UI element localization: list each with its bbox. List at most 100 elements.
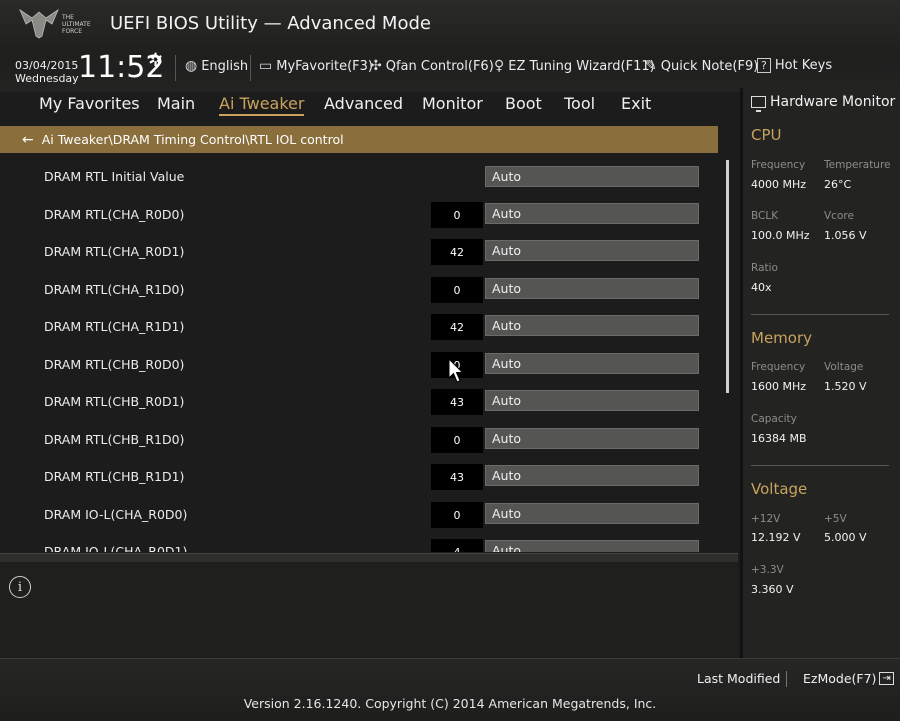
setting-label: DRAM RTL(CHB_R1D0)	[44, 432, 185, 447]
memory-voltage-label: Voltage	[824, 361, 864, 373]
setting-label: DRAM IO-L(CHA_R0D0)	[44, 507, 188, 522]
setting-row[interactable]: DRAM IO-L(CHA_R0D1) 4 Auto	[0, 539, 718, 552]
tab-advanced[interactable]: Advanced	[324, 94, 403, 113]
setting-row[interactable]: DRAM RTL(CHA_R1D0) 0 Auto	[0, 277, 718, 311]
setting-dropdown[interactable]: Auto	[485, 390, 699, 411]
setting-row[interactable]: DRAM RTL(CHA_R1D1) 42 Auto	[0, 314, 718, 348]
ez-tuning-label: EZ Tuning Wizard(F11)	[508, 58, 655, 74]
back-arrow-icon[interactable]: ←	[22, 132, 34, 148]
section-divider	[751, 465, 889, 466]
v5-label: +5V	[824, 513, 847, 525]
bulb-icon: ♀	[494, 58, 505, 74]
setting-value: 42	[431, 314, 483, 340]
note-icon: ✎	[645, 58, 657, 74]
v12-label: +12V	[751, 513, 781, 525]
setting-dropdown[interactable]: Auto	[485, 315, 699, 336]
voltage-section-title: Voltage	[751, 480, 808, 498]
tab-boot[interactable]: Boot	[505, 94, 542, 113]
tab-tool[interactable]: Tool	[564, 94, 595, 113]
favorite-icon: ▭	[259, 58, 273, 74]
setting-label: DRAM RTL(CHB_R0D0)	[44, 357, 185, 372]
cpu-temperature-label: Temperature	[824, 159, 891, 171]
memory-frequency-value: 1600 MHz	[751, 380, 807, 393]
setting-value: 42	[431, 239, 483, 265]
tab-monitor[interactable]: Monitor	[422, 94, 483, 113]
tab-ai-tweaker[interactable]: Ai Tweaker	[219, 94, 305, 116]
setting-label: DRAM IO-L(CHA_R0D1)	[44, 544, 188, 552]
memory-section-title: Memory	[751, 329, 813, 347]
settings-list[interactable]: DRAM RTL Initial Value Auto DRAM RTL(CHA…	[0, 155, 718, 552]
divider	[786, 671, 787, 687]
setting-row[interactable]: DRAM RTL(CHB_R0D0) 0 Auto	[0, 352, 718, 386]
quick-note-button[interactable]: ✎ Quick Note(F9)	[645, 58, 758, 74]
hardware-monitor-title: Hardware Monitor	[751, 94, 895, 112]
ez-tuning-wizard-button[interactable]: ♀ EZ Tuning Wizard(F11)	[494, 58, 655, 74]
bclk-label: BCLK	[751, 210, 779, 222]
language-button[interactable]: ◍ English	[185, 58, 248, 74]
breadcrumb: ← Ai Tweaker\DRAM Timing Control\RTL IOL…	[0, 126, 718, 153]
setting-row[interactable]: DRAM RTL(CHB_R0D1) 43 Auto	[0, 389, 718, 423]
setting-dropdown[interactable]: Auto	[485, 503, 699, 524]
tab-main[interactable]: Main	[157, 94, 195, 113]
capacity-label: Capacity	[751, 413, 797, 425]
last-modified-button[interactable]: Last Modified	[697, 671, 780, 686]
v33-value: 3.360 V	[751, 583, 794, 596]
version-text: Version 2.16.1240. Copyright (C) 2014 Am…	[243, 696, 657, 711]
setting-dropdown[interactable]: Auto	[485, 240, 699, 261]
setting-row[interactable]: DRAM IO-L(CHA_R0D0) 0 Auto	[0, 502, 718, 536]
main-menu: My Favorites Main Ai Tweaker Advanced Mo…	[0, 92, 740, 118]
globe-icon: ◍	[185, 58, 198, 74]
setting-value: 0	[431, 277, 483, 303]
setting-label: DRAM RTL(CHA_R0D1)	[44, 244, 185, 259]
setting-row[interactable]: DRAM RTL(CHB_R1D0) 0 Auto	[0, 427, 718, 461]
setting-dropdown[interactable]: Auto	[485, 278, 699, 299]
setting-row[interactable]: DRAM RTL(CHA_R0D1) 42 Auto	[0, 239, 718, 273]
ratio-label: Ratio	[751, 262, 778, 274]
setting-dropdown[interactable]: Auto	[485, 166, 699, 187]
memory-frequency-label: Frequency	[751, 361, 806, 373]
setting-row[interactable]: DRAM RTL(CHA_R0D0) 0 Auto	[0, 202, 718, 236]
qfan-label: Qfan Control(F6)	[385, 58, 494, 74]
setting-dropdown[interactable]: Auto	[485, 465, 699, 486]
scrollbar[interactable]	[726, 160, 729, 393]
top-bar: THE ULTIMATE FORCE UEFI BIOS Utility — A…	[0, 0, 900, 92]
vcore-value: 1.056 V	[824, 229, 867, 242]
bclk-value: 100.0 MHz	[751, 229, 810, 242]
setting-value: 0	[431, 202, 483, 228]
section-divider	[751, 314, 889, 315]
question-icon: ?	[757, 58, 771, 73]
setting-dropdown[interactable]: Auto	[485, 203, 699, 224]
cpu-section-title: CPU	[751, 126, 782, 144]
tab-exit[interactable]: Exit	[621, 94, 651, 113]
setting-dropdown[interactable]: Auto	[485, 540, 699, 552]
hot-keys-button[interactable]: ? Hot Keys	[757, 58, 832, 73]
v12-value: 12.192 V	[751, 531, 801, 544]
date-display: 03/04/2015 Wednesday	[15, 59, 79, 85]
exit-arrow-icon: ⇥	[879, 672, 894, 685]
myfavorite-button[interactable]: ▭ MyFavorite(F3)	[259, 58, 373, 74]
ezmode-button[interactable]: EzMode(F7) ⇥	[803, 671, 894, 686]
qfan-control-button[interactable]: ✣ Qfan Control(F6)	[370, 58, 494, 74]
setting-value: 43	[431, 389, 483, 415]
setting-dropdown[interactable]: Auto	[485, 353, 699, 374]
cpu-frequency-value: 4000 MHz	[751, 178, 807, 191]
divider	[175, 55, 176, 81]
breadcrumb-path: Ai Tweaker\DRAM Timing Control\RTL IOL c…	[41, 132, 344, 147]
setting-dropdown[interactable]: Auto	[485, 428, 699, 449]
ratio-value: 40x	[751, 281, 772, 294]
setting-value: 43	[431, 464, 483, 490]
app-title: UEFI BIOS Utility — Advanced Mode	[110, 13, 431, 34]
divider	[250, 55, 251, 81]
hardware-monitor-panel: Hardware Monitor CPU Frequency 4000 MHz …	[740, 88, 900, 658]
tab-my-favorites[interactable]: My Favorites	[39, 94, 140, 113]
setting-row[interactable]: DRAM RTL Initial Value Auto	[0, 164, 718, 198]
mouse-cursor-icon	[448, 358, 464, 383]
quick-note-label: Quick Note(F9)	[660, 58, 759, 74]
cpu-temperature-value: 26°C	[824, 178, 852, 191]
gear-icon[interactable]: ✲	[148, 50, 163, 71]
setting-value: 4	[431, 539, 483, 552]
tuf-logo-icon	[19, 8, 59, 39]
setting-label: DRAM RTL(CHA_R0D0)	[44, 207, 185, 222]
footer: Last Modified EzMode(F7) ⇥ Version 2.16.…	[0, 658, 900, 721]
setting-row[interactable]: DRAM RTL(CHB_R1D1) 43 Auto	[0, 464, 718, 498]
